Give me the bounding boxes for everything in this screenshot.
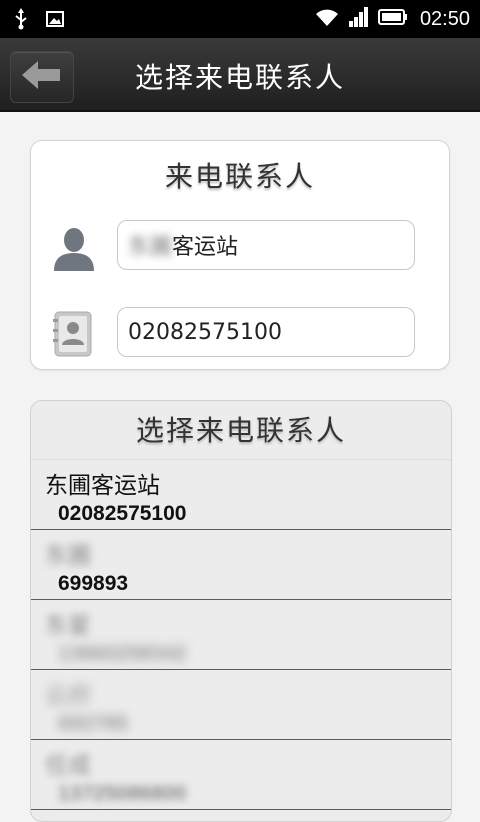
usb-icon: [14, 8, 28, 34]
clock: 02:50: [419, 7, 470, 30]
person-icon: [53, 227, 95, 275]
list-item[interactable]: 东圃 699893: [31, 530, 451, 600]
contact-phone: 13725086800: [58, 782, 187, 805]
name-value: 客运站: [172, 235, 239, 260]
image-icon: [46, 11, 64, 31]
contact-name-input[interactable]: 东圃 客运站: [117, 220, 415, 270]
contact-name: 东圃: [45, 543, 91, 569]
contact-name: 东星: [45, 613, 91, 639]
status-bar: 02:50: [0, 0, 480, 38]
contact-list-card: 选择来电联系人 东圃客运站 02082575100 东圃 699893 东星 1…: [30, 400, 452, 822]
contact-name: 云府: [45, 683, 91, 709]
contact-phone: 13660258342: [58, 642, 187, 665]
app-header: 选择来电联系人: [0, 38, 480, 112]
contact-name: 东圃客运站: [45, 473, 160, 499]
contact-name: 任成: [45, 753, 91, 779]
contact-list-title: 选择来电联系人: [31, 401, 451, 460]
contact-book-icon: [53, 311, 93, 361]
wifi-icon: [314, 6, 340, 32]
list-item[interactable]: 东圃客运站 02082575100: [31, 460, 451, 530]
list-item[interactable]: 东星 13660258342: [31, 600, 451, 670]
contact-phone: 699893: [58, 572, 129, 595]
list-item[interactable]: 云府 692785: [31, 670, 451, 740]
phone-number-input[interactable]: 02082575100: [117, 307, 415, 357]
signal-icon: [348, 6, 370, 32]
caller-contact-card: 来电联系人 东圃 客运站 02082575100: [30, 140, 450, 370]
contact-phone: 692785: [58, 712, 129, 735]
contact-phone: 02082575100: [58, 502, 187, 525]
name-value-blurred: 东圃: [128, 235, 173, 260]
caller-contact-title: 来电联系人: [164, 160, 315, 193]
page-title: 选择来电联系人: [134, 61, 345, 94]
battery-icon: [377, 8, 408, 30]
